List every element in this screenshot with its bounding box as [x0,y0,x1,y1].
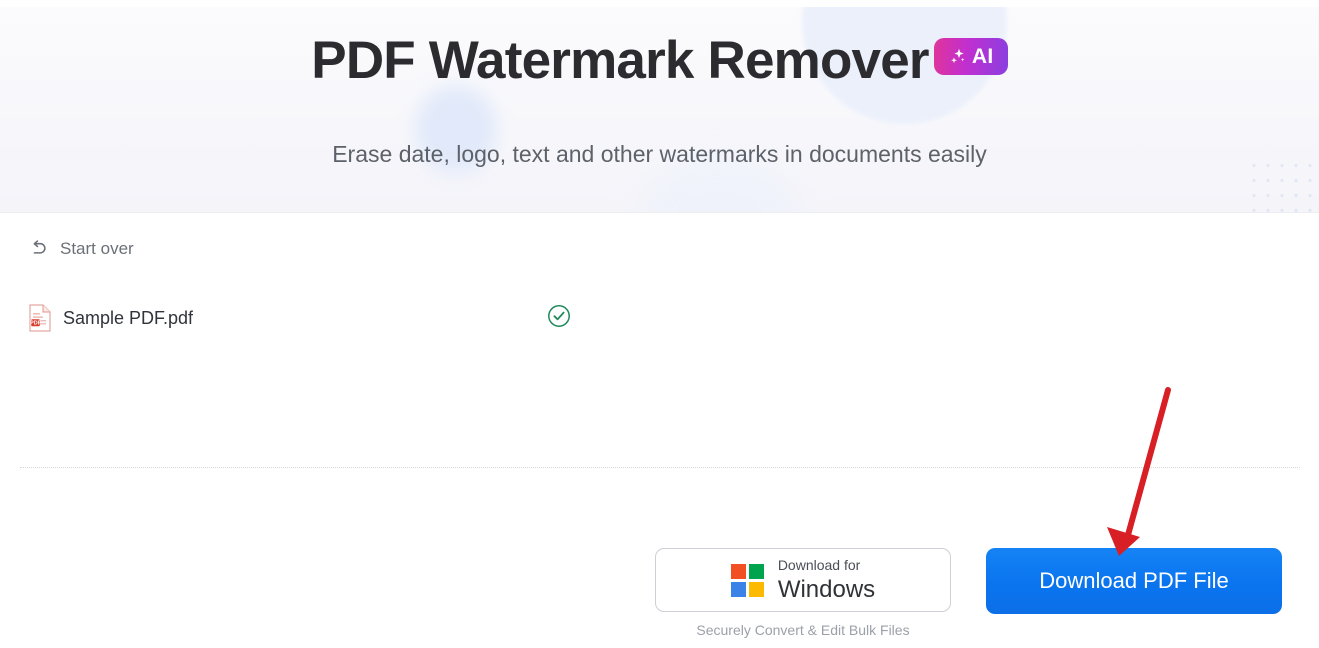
page-header: PDF Watermark Remover AI Erase date, log… [0,7,1319,213]
windows-button-small-label: Download for [777,557,861,573]
ai-badge-label: AI [971,45,994,68]
file-name-label: Sample PDF.pdf [63,308,194,328]
pdf-file-icon: PDF [29,304,51,332]
section-divider [20,467,1300,468]
undo-arrow-icon [33,240,46,254]
sparkle-icon [951,48,965,63]
start-over-label: Start over [60,239,134,258]
start-over-button[interactable]: Start over [28,238,134,260]
file-list-item[interactable]: PDF Sample PDF.pdf [28,301,1288,335]
windows-button-caption: Securely Convert & Edit Bulk Files [696,622,910,638]
title-row: PDF Watermark Remover AI [0,29,1319,93]
page-title: PDF Watermark Remover [311,31,929,90]
windows-download-block: Download for Windows Securely Convert & … [655,548,951,639]
download-pdf-file-button[interactable]: Download PDF File [986,548,1282,614]
ai-badge: AI [933,38,1008,75]
page-subtitle: Erase date, logo, text and other waterma… [332,141,987,167]
check-circle-icon [548,305,570,327]
download-for-windows-button[interactable]: Download for Windows [655,548,951,612]
windows-button-texts: Download for Windows [778,556,875,604]
windows-button-big-label: Windows [777,576,876,603]
svg-text:PDF: PDF [30,321,41,327]
windows-logo-icon [730,563,764,597]
top-white-strip [0,0,1319,7]
main-content: Start over PDF Sample PDF.pdf Download f… [0,214,1319,648]
